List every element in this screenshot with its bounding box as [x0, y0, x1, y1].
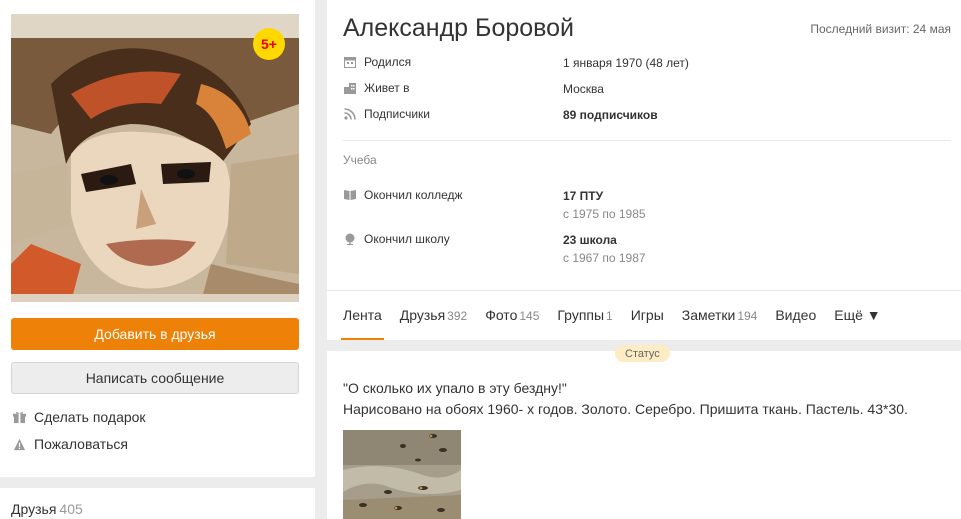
tab-photos-count: 145	[519, 309, 540, 323]
info-row-birth: Родился	[343, 55, 411, 69]
profile-photo[interactable]	[11, 14, 299, 302]
college-value[interactable]: 17 ПТУ	[563, 189, 603, 203]
school-label: Окончил школу	[364, 232, 450, 246]
profile-name: Александр Боровой	[343, 14, 575, 42]
post-text[interactable]: "О сколько их упало в эту бездну!" Нарис…	[343, 378, 958, 420]
post-text-line-1: "О сколько их упало в эту бездну!"	[343, 380, 567, 396]
add-friend-button[interactable]: Добавить в друзья	[11, 318, 299, 350]
tab-feed[interactable]: Лента	[341, 307, 384, 340]
gift-icon	[11, 409, 27, 425]
profile-info-card: Александр Боровой Последний визит: 24 ма…	[327, 0, 961, 340]
report-link[interactable]: Пожаловаться	[11, 436, 128, 452]
info-divider	[343, 140, 951, 141]
age-rating-badge: 5+	[253, 28, 285, 60]
globe-icon	[343, 232, 357, 246]
tab-photos[interactable]: Фото 145	[485, 307, 539, 340]
college-years: с 1975 по 1985	[563, 207, 646, 221]
college-label: Окончил колледж	[364, 188, 463, 202]
friends-label: Друзья	[11, 501, 57, 517]
tab-groups[interactable]: Группы 1	[557, 307, 612, 340]
info-row-city: Живет в	[343, 81, 410, 95]
friends-block[interactable]: Друзья 405	[0, 488, 315, 519]
tab-friends-count: 392	[447, 309, 468, 323]
status-badge: Статус	[615, 345, 670, 362]
last-visit: Последний визит: 24 мая	[810, 22, 951, 36]
subscribers-value[interactable]: 89 подписчиков	[563, 108, 658, 122]
info-row-college: Окончил колледж	[343, 188, 463, 202]
send-gift-label: Сделать подарок	[34, 409, 146, 425]
home-icon	[343, 81, 357, 95]
birth-value: 1 января 1970 (48 лет)	[563, 56, 689, 70]
tab-groups-count: 1	[606, 309, 613, 323]
post-image[interactable]	[343, 430, 461, 519]
tab-games[interactable]: Игры	[631, 307, 664, 340]
friends-count: 405	[59, 501, 83, 517]
report-label: Пожаловаться	[34, 436, 129, 452]
tab-notes[interactable]: Заметки 194	[682, 307, 758, 340]
status-post: Статус "О сколько их упало в эту бездну!…	[327, 345, 961, 519]
birth-label: Родился	[364, 55, 412, 69]
rss-icon	[343, 107, 357, 121]
tab-friends[interactable]: Друзья 392	[400, 307, 467, 340]
profile-sidebar: 5+ Добавить в друзья Написать сообщение …	[0, 0, 315, 477]
tab-more[interactable]: Ещё ▼	[834, 307, 880, 340]
education-section-label: Учеба	[343, 153, 377, 167]
send-gift-link[interactable]: Сделать подарок	[11, 409, 146, 425]
tabs-divider	[327, 290, 961, 291]
birds-artwork-image	[343, 430, 461, 519]
school-years: с 1967 по 1987	[563, 251, 646, 265]
subscribers-label: Подписчики	[364, 107, 431, 121]
profile-tabs: Лента Друзья 392 Фото 145 Группы 1 Игры Зам…	[341, 307, 899, 340]
city-label: Живет в	[364, 81, 410, 95]
warning-icon	[11, 436, 27, 452]
post-text-line-2: Нарисовано на обоях 1960- х годов. Золот…	[343, 401, 908, 417]
info-row-school: Окончил школу	[343, 232, 450, 246]
write-message-button[interactable]: Написать сообщение	[11, 362, 299, 394]
city-value[interactable]: Москва	[563, 82, 604, 96]
calendar-icon	[343, 55, 357, 69]
school-value[interactable]: 23 школа	[563, 233, 617, 247]
book-icon	[343, 188, 357, 202]
tab-notes-count: 194	[737, 309, 758, 323]
portrait-image	[11, 14, 299, 302]
tab-video[interactable]: Видео	[775, 307, 816, 340]
info-row-subscribers: Подписчики	[343, 107, 430, 121]
